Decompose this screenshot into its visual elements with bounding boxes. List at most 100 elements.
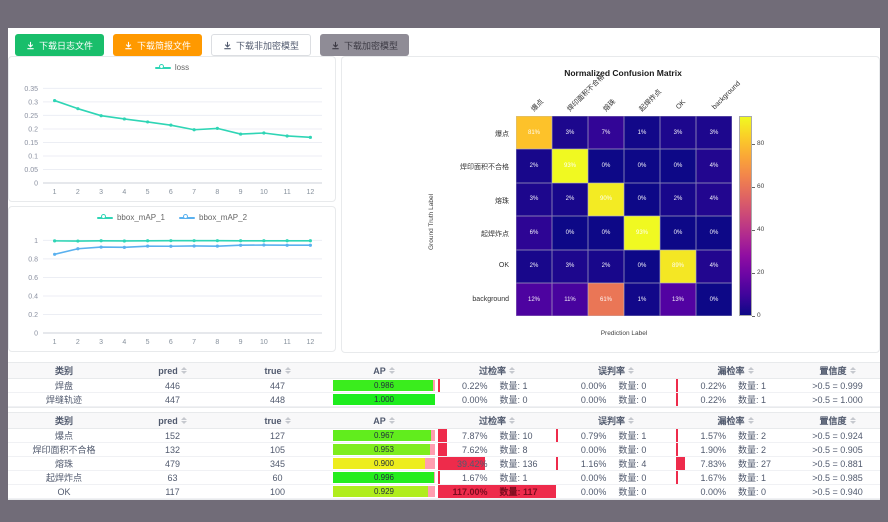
matrix-col-label: 熔珠	[601, 97, 618, 114]
col-header[interactable]: AP	[330, 413, 438, 428]
download-icon	[124, 41, 133, 50]
svg-text:7: 7	[192, 189, 196, 196]
col-header[interactable]: 漏检率	[676, 413, 795, 428]
ap-cell: 0.953	[330, 443, 438, 456]
matrix-cell: 1%	[624, 116, 660, 149]
sort-caret-icon	[389, 417, 395, 424]
matrix-cell: 2%	[552, 183, 588, 216]
loss-chart: 00.050.10.150.20.250.30.3512345678910111…	[9, 57, 335, 201]
col-header[interactable]: pred	[120, 413, 225, 428]
download-icon	[26, 41, 35, 50]
line-series-icon	[155, 64, 171, 72]
class-name-cell: 焊缝轨迹	[8, 393, 120, 406]
legend-item[interactable]: bbox_mAP_1	[97, 213, 165, 222]
svg-text:1: 1	[53, 339, 57, 346]
svg-text:2: 2	[76, 339, 80, 346]
svg-text:0.6: 0.6	[28, 275, 38, 282]
col-header[interactable]: 过检率	[438, 413, 556, 428]
map-chart: 00.20.40.60.81123456789101112	[9, 207, 335, 351]
ap-cell: 0.900	[330, 457, 438, 470]
matrix-cell: 93%	[624, 216, 660, 249]
col-header[interactable]: 误判率	[556, 363, 676, 378]
svg-text:0.8: 0.8	[28, 256, 38, 263]
map-chart-card: bbox_mAP_1 bbox_mAP_2 00.20.40.60.811234…	[8, 206, 336, 352]
matrix-col-label: 起焊炸点	[637, 87, 664, 114]
table-row: OK 117 100 0.929 117.00%数量: 117 0.00%数量:…	[8, 485, 880, 499]
button-label: 下载加密模型	[344, 39, 398, 52]
loss-chart-card: loss 00.050.10.150.20.250.30.35123456789…	[8, 56, 336, 202]
matrix-cell: 0%	[624, 149, 660, 182]
button-label: 下载非加密模型	[236, 39, 299, 52]
download-icon	[223, 41, 232, 50]
matrix-cell: 0%	[588, 149, 624, 182]
svg-text:12: 12	[306, 339, 314, 346]
confidence-cell: >0.5 = 1.000	[795, 393, 880, 406]
ap-cell: 0.929	[330, 485, 438, 498]
matrix-cell: 3%	[552, 116, 588, 149]
download-icon	[331, 41, 340, 50]
table-row: 爆点 152 127 0.967 7.87%数量: 10 0.79%数量: 1 …	[8, 429, 880, 443]
matrix-cell: 4%	[696, 183, 732, 216]
svg-text:8: 8	[215, 339, 219, 346]
class-name-cell: 爆点	[8, 429, 120, 442]
svg-text:12: 12	[306, 189, 314, 196]
rate-cell: 0.22%数量: 1	[676, 379, 795, 392]
col-header[interactable]: AP	[330, 363, 438, 378]
col-header[interactable]: 漏检率	[676, 363, 795, 378]
button-label: 下载日志文件	[39, 39, 93, 52]
matrix-cell: 1%	[624, 283, 660, 316]
download-unencrypted-model-button[interactable]: 下载非加密模型	[211, 34, 311, 56]
matrix-col-label: OK	[675, 99, 687, 111]
col-header[interactable]: 置信度	[795, 413, 880, 428]
col-header[interactable]: pred	[120, 363, 225, 378]
x-axis-label: Prediction Label	[516, 330, 732, 337]
col-header[interactable]: 误判率	[556, 413, 676, 428]
matrix-cell: 3%	[516, 183, 552, 216]
legend-item[interactable]: loss	[155, 63, 189, 72]
loss-chart-legend: loss	[9, 63, 335, 72]
rate-cell: 1.67%数量: 1	[676, 471, 795, 484]
matrix-cell: 3%	[552, 250, 588, 283]
matrix-cell: 12%	[516, 283, 552, 316]
matrix-col-label: background	[711, 80, 742, 111]
svg-text:6: 6	[169, 189, 173, 196]
rate-cell: 7.83%数量: 27	[676, 457, 795, 470]
svg-text:1: 1	[53, 189, 57, 196]
pred-cell: 152	[120, 429, 225, 442]
ap-cell: 1.000	[330, 393, 438, 406]
svg-text:9: 9	[239, 189, 243, 196]
confidence-cell: >0.5 = 0.924	[795, 429, 880, 442]
col-header[interactable]: true	[225, 363, 330, 378]
legend-item[interactable]: bbox_mAP_2	[179, 213, 247, 222]
rate-cell: 0.00%数量: 0	[676, 485, 795, 498]
window-frame: 下载日志文件 下载简报文件 下载非加密模型 下载加密模型	[0, 0, 888, 522]
download-encrypted-model-button[interactable]: 下载加密模型	[320, 34, 409, 56]
matrix-cell: 89%	[660, 250, 696, 283]
download-report-button[interactable]: 下载简报文件	[113, 34, 202, 56]
col-header[interactable]: 过检率	[438, 363, 556, 378]
download-log-button[interactable]: 下载日志文件	[15, 34, 104, 56]
rate-cell: 0.00%数量: 0	[438, 393, 556, 406]
rate-cell: 39.42%数量: 136	[438, 457, 556, 470]
sort-caret-icon	[285, 417, 291, 424]
matrix-cell: 6%	[516, 216, 552, 249]
col-header[interactable]: 置信度	[795, 363, 880, 378]
svg-text:8: 8	[215, 189, 219, 196]
svg-text:0: 0	[34, 181, 38, 188]
table-row: 焊缝轨迹 447 448 1.000 0.00%数量: 0 0.00%数量: 0…	[8, 393, 880, 407]
true-cell: 100	[225, 485, 330, 498]
table-row: 起焊炸点 63 60 0.996 1.67%数量: 1 0.00%数量: 0 1…	[8, 471, 880, 485]
pred-cell: 446	[120, 379, 225, 392]
matrix-cell: 3%	[696, 116, 732, 149]
rate-cell: 0.79%数量: 1	[556, 429, 676, 442]
svg-text:0.4: 0.4	[28, 293, 38, 300]
colorbar-tick: 40	[757, 226, 764, 233]
svg-text:7: 7	[192, 339, 196, 346]
matrix-cell: 11%	[552, 283, 588, 316]
matrix-cell: 93%	[552, 149, 588, 182]
matrix-cell: 4%	[696, 250, 732, 283]
col-header[interactable]: true	[225, 413, 330, 428]
rate-cell: 1.67%数量: 1	[438, 471, 556, 484]
svg-text:9: 9	[239, 339, 243, 346]
matrix-cell: 0%	[660, 149, 696, 182]
